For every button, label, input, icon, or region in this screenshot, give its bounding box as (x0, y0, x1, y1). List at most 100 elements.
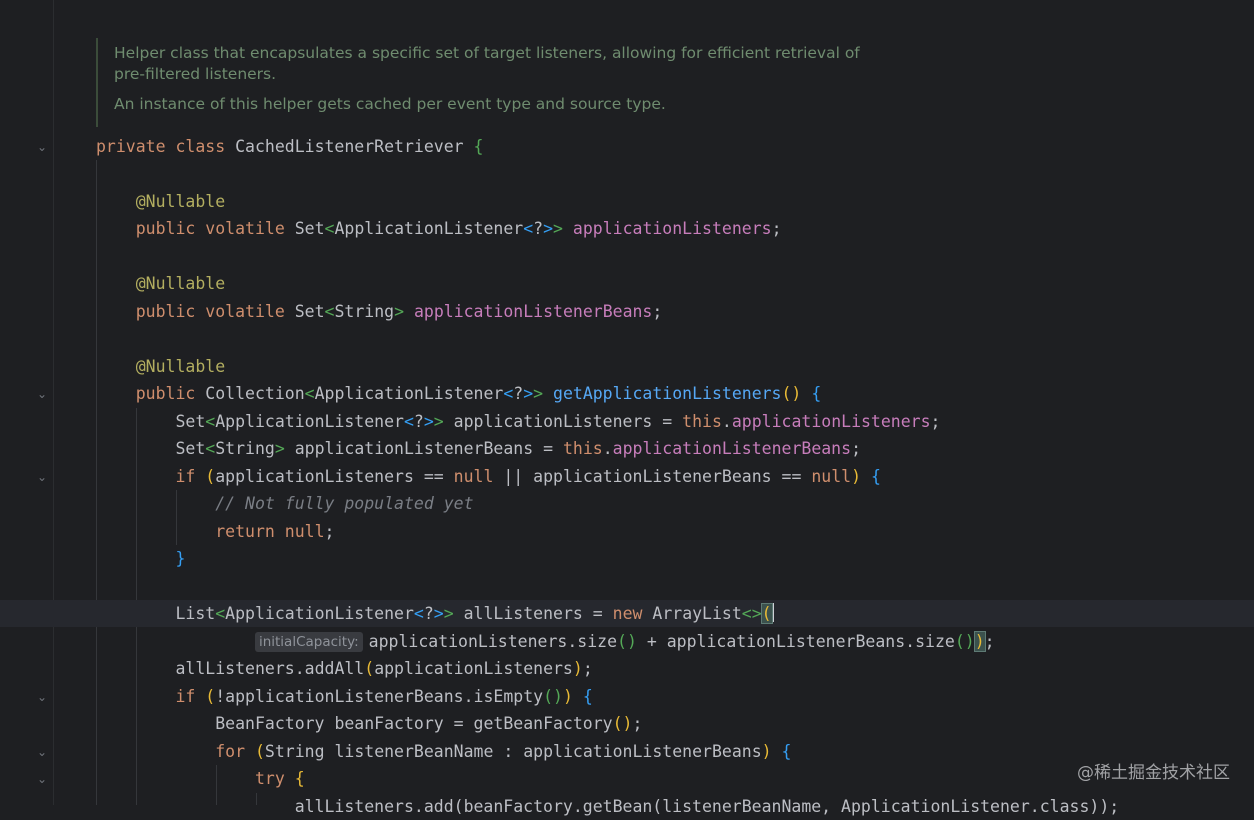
token: CachedListenerRetriever (235, 137, 464, 156)
token: applicationListenerBeans (612, 439, 852, 458)
token: applicationListenerBeans (666, 632, 906, 651)
code-line[interactable]: // Not fully populated yet (96, 490, 474, 517)
code-line[interactable]: allListeners.addAll(applicationListeners… (96, 655, 592, 682)
token: listenerBeanName (334, 742, 494, 761)
token: applicationListeners (572, 219, 772, 238)
token: new (612, 604, 643, 623)
token: volatile (205, 219, 285, 238)
code-line[interactable]: if (applicationListeners == null || appl… (96, 463, 880, 490)
token: for (215, 742, 246, 761)
code-line[interactable]: for (String listenerBeanName : applicati… (96, 738, 791, 765)
token: ? (533, 219, 544, 238)
token: applicationListenerBeans (225, 687, 464, 706)
token: @Nullable (135, 274, 226, 293)
fold-chevron-icon[interactable]: ⌄ (35, 745, 49, 759)
token: null (453, 467, 494, 486)
token: isEmpty (473, 687, 544, 706)
code-line[interactable]: return null; (96, 518, 334, 545)
token: volatile (205, 302, 285, 321)
fold-chevron-icon[interactable]: ⌄ (35, 140, 49, 154)
javadoc-block: Helper class that encapsulates a specifi… (96, 38, 898, 127)
token: addAll (304, 659, 365, 678)
code-line[interactable]: try { (96, 765, 305, 792)
token: null (811, 467, 852, 486)
token: List (175, 604, 216, 623)
token: applicationListeners (731, 412, 931, 431)
token: allListeners (463, 604, 583, 623)
token: ApplicationListener (334, 219, 524, 238)
token: ApplicationListener (225, 604, 414, 623)
token: applicationListenerBeans (533, 467, 772, 486)
fold-chevron-icon[interactable]: ⌄ (35, 690, 49, 704)
token: Set (175, 412, 206, 431)
token: try (254, 769, 285, 788)
gutter-divider (53, 0, 54, 805)
token: String (264, 742, 325, 761)
code-line[interactable]: } (96, 545, 185, 572)
token: Set (294, 219, 325, 238)
token: getBeanFactory (473, 714, 613, 733)
code-line[interactable]: allListeners.add(beanFactory.getBean(lis… (96, 793, 1120, 820)
token: applicationListeners (215, 467, 414, 486)
token: getApplicationListeners (553, 384, 782, 403)
token: ApplicationListener (215, 412, 404, 431)
token: allListeners.add(beanFactory.getBean(lis… (294, 797, 1120, 816)
token: String (334, 302, 395, 321)
code-line[interactable]: BeanFactory beanFactory = getBeanFactory… (96, 710, 642, 737)
code-line[interactable]: @Nullable (96, 270, 225, 297)
token: ? (513, 384, 524, 403)
code-line[interactable]: Set<String> applicationListenerBeans = t… (96, 435, 861, 462)
token: this (562, 439, 603, 458)
token: null (284, 522, 325, 541)
javadoc-line-1: Helper class that encapsulates a specifi… (114, 44, 860, 62)
javadoc-line-3: An instance of this helper gets cached p… (114, 95, 666, 113)
token: size (915, 632, 955, 651)
fold-chevron-icon[interactable]: ⌄ (35, 470, 49, 484)
token: this (682, 412, 722, 431)
watermark: @稀土掘金技术社区 (1077, 763, 1230, 783)
code-line[interactable]: initialCapacity: applicationListeners.siz… (96, 628, 995, 655)
token: allListeners (175, 659, 295, 678)
token: ? (413, 412, 424, 431)
token: // Not fully populated yet (215, 494, 474, 513)
token: Collection (205, 384, 305, 403)
token: applicationListeners (374, 659, 573, 678)
token: size (577, 632, 618, 651)
token: String (215, 439, 275, 458)
javadoc-line-2: pre-filtered listeners. (114, 65, 277, 83)
token: @Nullable (135, 192, 226, 211)
token: applicationListenerBeans (413, 302, 653, 321)
token: ArrayList (652, 604, 742, 623)
token: @Nullable (135, 357, 226, 376)
token: Set (175, 439, 206, 458)
code-line[interactable]: List<ApplicationListener<?>> allListener… (96, 600, 774, 627)
token: applicationListenerBeans (523, 742, 762, 761)
token: public (135, 219, 196, 238)
token: BeanFactory (215, 714, 325, 733)
code-line[interactable]: public volatile Set<String> applicationL… (96, 298, 663, 325)
token: beanFactory (334, 714, 444, 733)
fold-chevron-icon[interactable]: ⌄ (35, 772, 49, 786)
code-line[interactable]: public volatile Set<ApplicationListener<… (96, 215, 782, 242)
code-line[interactable]: @Nullable (96, 188, 225, 215)
inlay-hint: initialCapacity: (254, 632, 363, 652)
token: private (96, 137, 166, 156)
token: class (175, 137, 226, 156)
code-line[interactable]: private class CachedListenerRetriever { (96, 133, 483, 160)
token: ? (423, 604, 434, 623)
token: ApplicationListener (314, 384, 504, 403)
code-line[interactable]: public Collection<ApplicationListener<?>… (96, 380, 822, 407)
fold-chevron-icon[interactable]: ⌄ (35, 387, 49, 401)
token: public (135, 384, 196, 403)
token: public (135, 302, 196, 321)
token: if (175, 467, 196, 486)
code-line[interactable]: Set<ApplicationListener<?>> applicationL… (96, 408, 940, 435)
token: return (215, 522, 275, 541)
code-line[interactable]: if (!applicationListenerBeans.isEmpty())… (96, 683, 592, 710)
text-cursor (771, 603, 774, 622)
token: applicationListeners (368, 632, 568, 651)
code-line[interactable]: @Nullable (96, 353, 225, 380)
token: applicationListeners (453, 412, 653, 431)
token: if (175, 687, 196, 706)
token: applicationListenerBeans (294, 439, 534, 458)
